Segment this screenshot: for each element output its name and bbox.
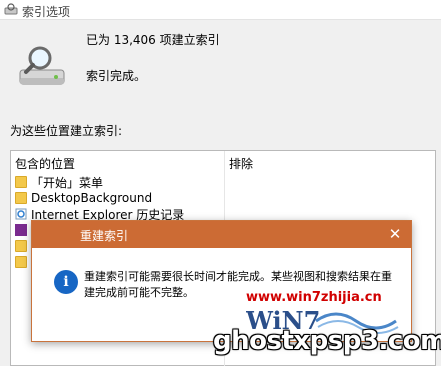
folder-icon <box>15 176 27 188</box>
index-drive-icon <box>19 46 65 85</box>
list-item[interactable]: DesktopBackground <box>15 190 152 206</box>
watermark-url: www.win7zhijia.cn <box>246 290 382 305</box>
folder-icon <box>15 256 27 268</box>
indexing-options-icon <box>4 3 18 15</box>
excluded-header[interactable]: 排除 <box>229 155 253 172</box>
window-titlebar: 索引选项 <box>0 0 441 20</box>
list-item-label: 「开始」菜单 <box>31 175 104 190</box>
locations-heading: 为这些位置建立索引: <box>10 124 123 138</box>
window-title: 索引选项 <box>22 5 71 19</box>
included-locations-header[interactable]: 包含的位置 <box>15 155 75 172</box>
close-button[interactable]: ✕ <box>385 224 405 244</box>
info-icon: i <box>54 270 78 294</box>
dialog-title: 重建索引 <box>80 229 129 243</box>
list-item-label: DesktopBackground <box>31 191 153 205</box>
onenote-icon <box>15 224 27 236</box>
list-item[interactable] <box>15 254 31 270</box>
index-count-text: 已为 13,406 项建立索引 <box>86 33 220 47</box>
list-item[interactable]: 「开始」菜单 <box>15 174 103 190</box>
folder-icon <box>15 240 27 252</box>
folder-icon <box>15 192 27 204</box>
index-status-text: 索引完成。 <box>86 69 147 83</box>
ie-history-icon <box>15 208 27 220</box>
list-item[interactable] <box>15 238 31 254</box>
dialog-titlebar[interactable]: 重建索引 ✕ <box>32 221 411 248</box>
watermark-site: ghostxpsp3.com <box>213 326 441 356</box>
